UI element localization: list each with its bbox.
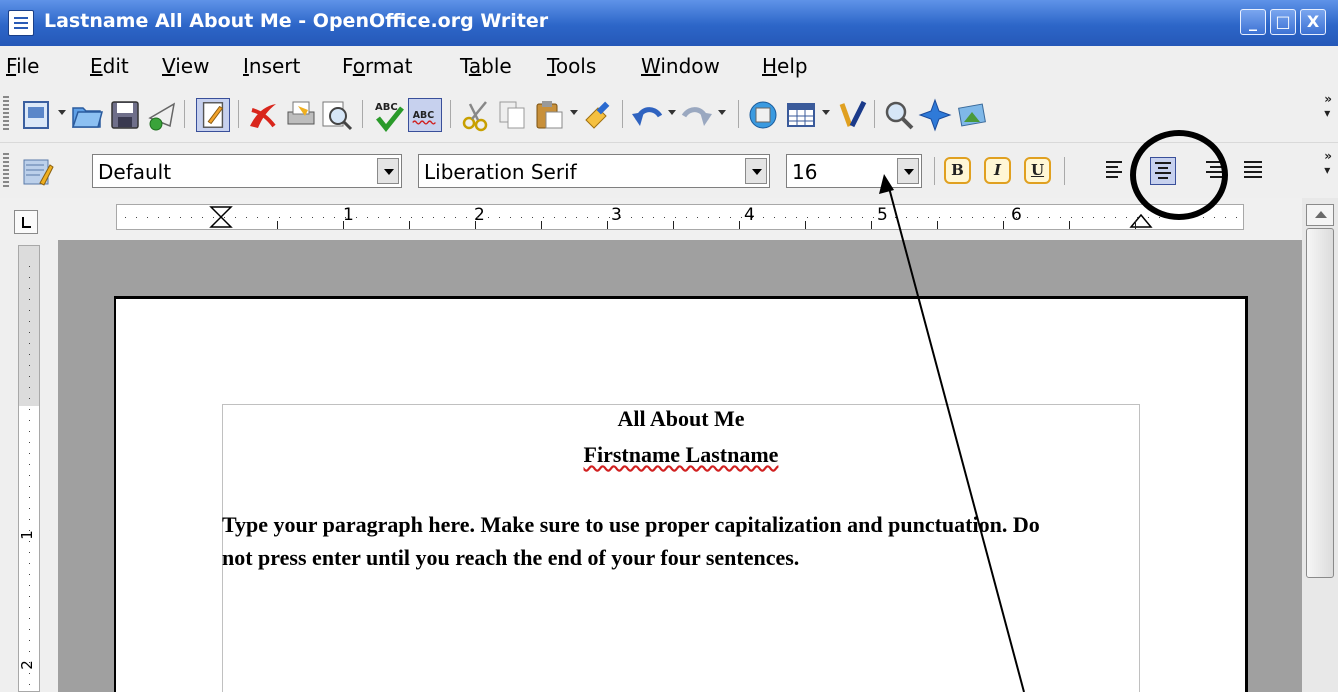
annotation-arrow (879, 174, 1025, 692)
